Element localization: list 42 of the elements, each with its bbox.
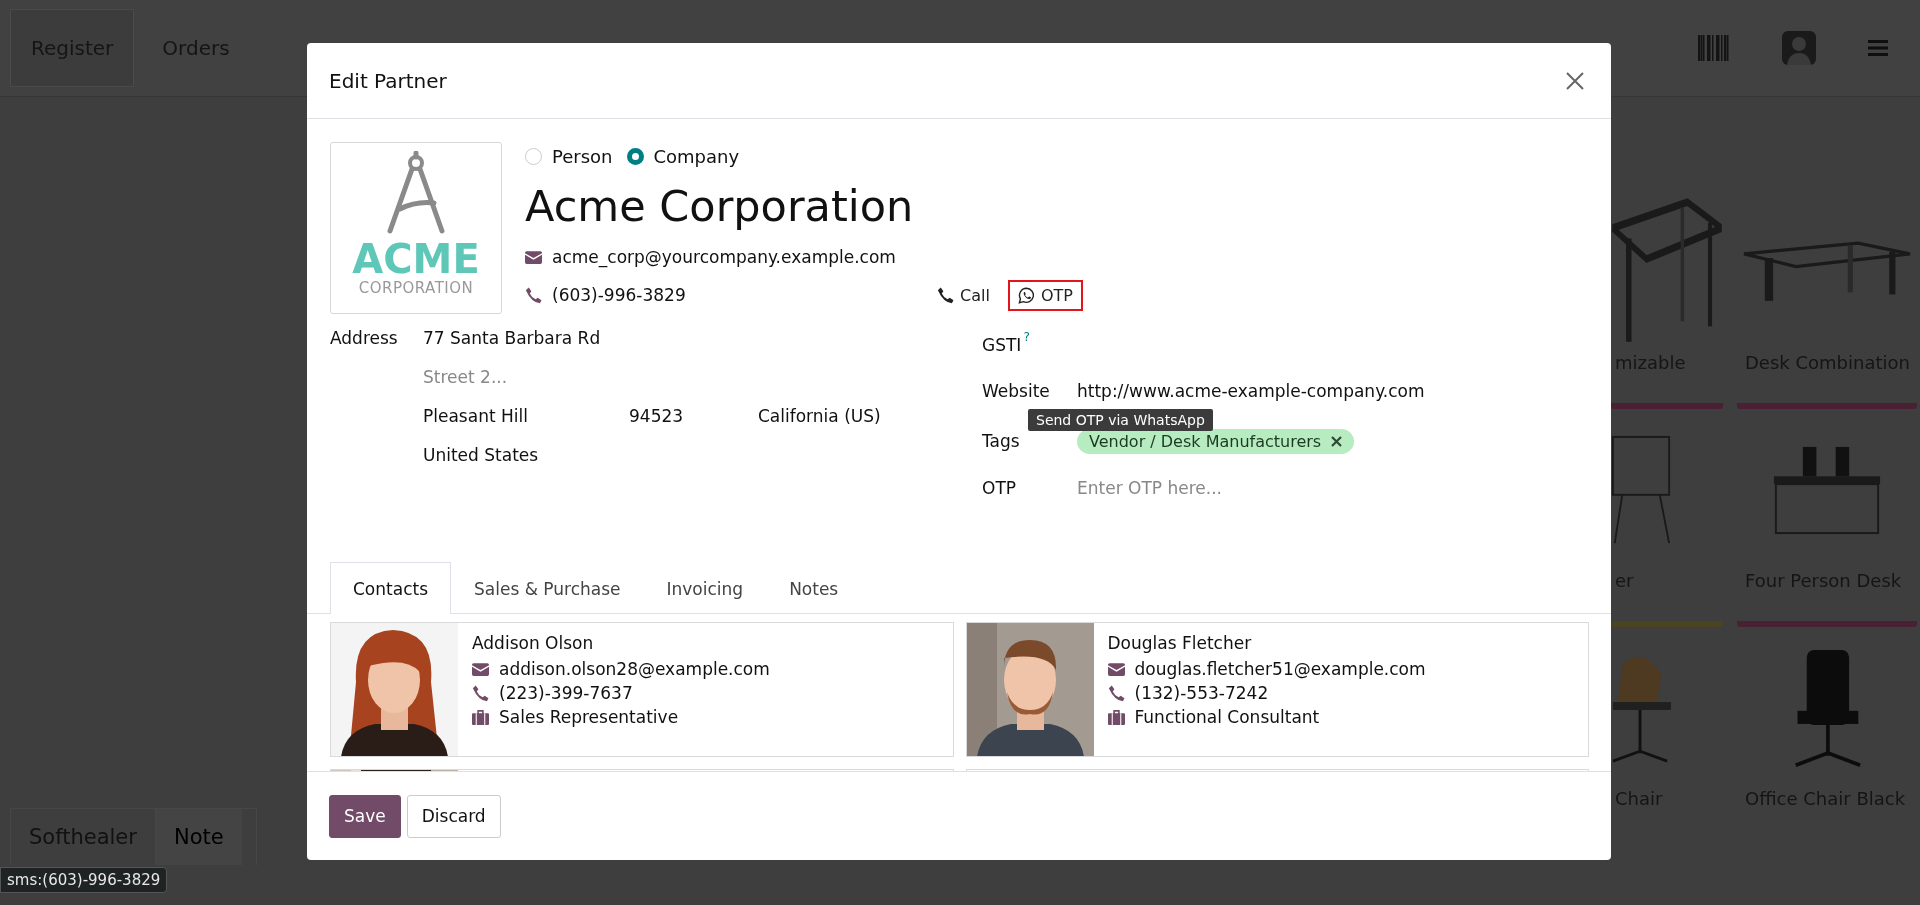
contact-job: Functional Consultant — [1134, 707, 1320, 727]
contact-card[interactable]: Addison Olson addison.olson28@example.com (223)-399-7637 Sales Representative — [330, 622, 954, 757]
save-button[interactable]: Save — [329, 794, 401, 838]
tab[interactable]: Invoicing — [643, 562, 767, 614]
tab[interactable]: Contacts — [330, 562, 451, 614]
radio-option[interactable]: Person — [525, 145, 613, 167]
tab[interactable]: Notes — [766, 562, 862, 614]
contact-card[interactable]: Douglas Fletcher douglas.fletcher51@example.com (132)-553-7242 Functional Consultant — [965, 622, 1589, 757]
partner-name[interactable]: Acme Corporation — [525, 180, 1589, 232]
field-label: OTP — [982, 478, 1018, 498]
street2-field[interactable]: Street 2... — [423, 366, 982, 387]
street-value[interactable]: 77 Santa Barbara Rd — [423, 327, 982, 348]
field-label: GSTI$^{?}$ — [982, 329, 1031, 355]
zip-value[interactable]: 94523 — [629, 405, 758, 426]
discard-button[interactable]: Discard — [406, 794, 501, 838]
contact-name: Addison Olson — [472, 633, 595, 653]
field-label: Tags — [982, 431, 1021, 451]
tooltip: Send OTP via WhatsApp — [1028, 409, 1213, 431]
contact-phone: (132)-553-7242 — [1134, 683, 1269, 703]
field-label: Website — [982, 381, 1051, 401]
website-value[interactable]: http://www.acme-example-company.com — [1077, 381, 1425, 401]
contact-job: Sales Representative — [499, 707, 679, 727]
help-mark[interactable]: ? — [1023, 329, 1030, 344]
state-value[interactable]: California (US) — [758, 405, 982, 426]
country-value[interactable]: United States — [423, 444, 982, 465]
tag[interactable]: Vendor / Desk Manufacturers — [1077, 428, 1355, 454]
tab[interactable]: Sales & Purchase — [451, 562, 644, 614]
field-label: Address — [330, 327, 399, 348]
logo-title: ACME — [352, 239, 480, 279]
otp-link[interactable]: OTP — [1007, 279, 1083, 311]
dialog-title: Edit Partner — [329, 68, 447, 93]
call-link[interactable]: Call — [927, 279, 1000, 311]
email-value[interactable]: acme_corp@yourcompany.example.com — [552, 247, 896, 267]
phone-value[interactable]: (603)-996-3829 — [552, 285, 686, 305]
logo-subtitle: CORPORATION — [358, 279, 474, 297]
contact-email: douglas.fletcher51@example.com — [1134, 659, 1426, 679]
contact-phone: (223)-399-7637 — [499, 683, 633, 703]
city-value[interactable]: Pleasant Hill — [423, 405, 629, 426]
contact-name: Douglas Fletcher — [1107, 633, 1253, 653]
url-tooltip: sms:(603)-996-3829 — [0, 867, 168, 893]
contact-email: addison.olson28@example.com — [499, 659, 770, 679]
radio-option[interactable]: Company — [626, 145, 740, 167]
